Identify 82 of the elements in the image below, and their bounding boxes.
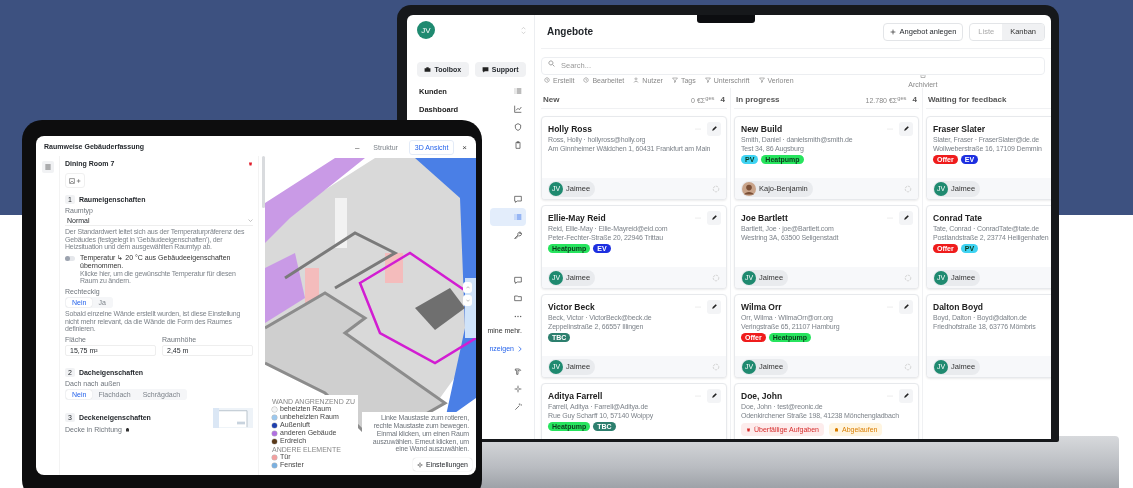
list-icon (514, 87, 522, 95)
pencil-icon (710, 125, 718, 132)
camera-notch (697, 15, 755, 23)
card-count: 4 (912, 95, 917, 104)
customer-name: Doe, John (741, 390, 783, 401)
customer-name: Holly Ross (548, 123, 592, 134)
pencil-icon (902, 392, 910, 399)
edit-button[interactable] (707, 388, 721, 403)
customer-name: Dalton Boyd (933, 301, 984, 312)
page-title: Angebote (547, 26, 594, 37)
trash-icon (746, 427, 751, 432)
column-title: In progress (736, 95, 780, 104)
minimize-button[interactable]: – (351, 142, 363, 152)
customer-name: Wilma Orr (741, 301, 782, 312)
zoom-out-button[interactable] (463, 295, 472, 306)
chart-icon (514, 105, 522, 113)
user-icon (633, 77, 640, 83)
circle-icon (712, 184, 720, 193)
chevron-right-icon (518, 345, 522, 352)
customer-name: New Build (741, 123, 783, 134)
funnel-icon (704, 77, 711, 83)
clipboard-icon (514, 141, 522, 149)
pencil-icon (902, 125, 910, 132)
close-button[interactable]: × (459, 142, 470, 152)
circle-icon (904, 362, 912, 371)
customer-name: Aditya Farrell (548, 390, 603, 401)
customer-name: Conrad Tate (933, 212, 982, 223)
gear-icon (514, 385, 522, 393)
zoom-in-button[interactable] (463, 282, 472, 293)
hammer-icon (514, 367, 522, 375)
lock-icon (834, 427, 839, 432)
customer-name: Victor Beck (548, 301, 595, 312)
search-icon (548, 59, 555, 67)
temperature-toggle[interactable] (65, 255, 75, 261)
scrollbar[interactable] (262, 156, 265, 208)
edit-button[interactable] (707, 121, 721, 136)
circle-icon (712, 273, 720, 282)
trash-icon[interactable] (248, 161, 253, 166)
user-avatar[interactable]: JV (417, 21, 435, 39)
lock-icon (124, 427, 130, 433)
circle-icon (904, 273, 912, 282)
edit-button[interactable] (899, 210, 913, 225)
folder-icon (514, 294, 522, 302)
plus-icon (889, 28, 896, 35)
wrench-icon (514, 231, 522, 239)
customer-name: Fraser Slater (933, 123, 985, 134)
edit-button[interactable] (899, 388, 913, 403)
clock-icon (583, 77, 590, 83)
wand-icon (514, 403, 522, 411)
settings-icon (416, 461, 423, 468)
edit-button[interactable] (899, 121, 913, 136)
card-count: 4 (720, 95, 725, 104)
column-title: Waiting for feedback (928, 95, 1007, 104)
pencil-icon (710, 303, 718, 310)
circle-icon (712, 362, 720, 371)
chat-icon (481, 66, 489, 73)
circle-icon (904, 184, 912, 193)
archive-icon (919, 72, 926, 78)
clock-icon (544, 77, 550, 83)
chevron-updown-icon[interactable] (521, 25, 526, 35)
customer-name: Joe Bartlett (741, 212, 788, 223)
pencil-icon (902, 303, 910, 310)
avatar-icon (742, 181, 756, 196)
nav-item[interactable] (490, 208, 526, 226)
edit-button[interactable] (707, 210, 721, 225)
more-icon[interactable] (514, 315, 522, 318)
funnel-icon (758, 77, 765, 83)
funnel-icon (671, 77, 678, 83)
toolbox-icon (424, 66, 432, 73)
customer-name: Ellie-May Reid (548, 212, 606, 223)
chat-icon (514, 276, 522, 284)
chat-icon (514, 195, 522, 203)
image-plus-icon (69, 177, 81, 184)
chevron-down-icon (248, 219, 253, 222)
menu-icon[interactable] (42, 161, 54, 173)
edit-button[interactable] (707, 299, 721, 314)
shield-icon (514, 123, 522, 131)
list-icon (514, 213, 522, 221)
pencil-icon (710, 392, 718, 399)
edit-button[interactable] (899, 299, 913, 314)
add-image-button[interactable] (65, 173, 85, 188)
column-title: New (543, 95, 560, 104)
